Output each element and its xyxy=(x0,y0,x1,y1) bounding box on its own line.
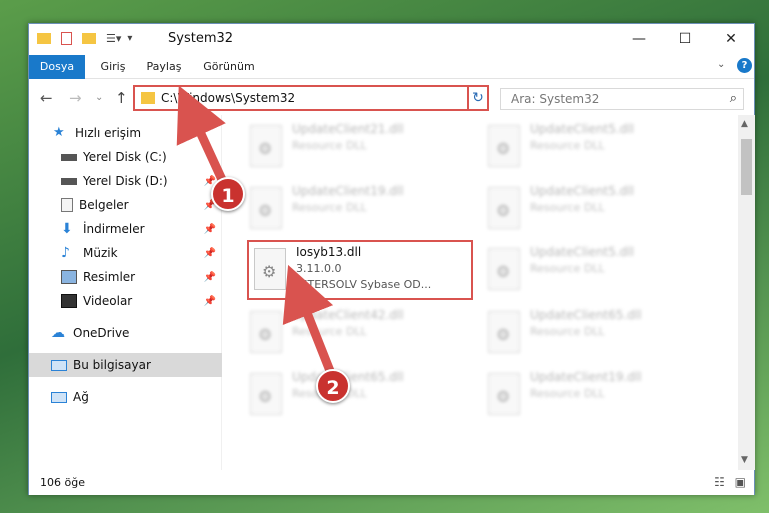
explorer-window: ☰▾ ▾ System32 — ☐ ✕ Dosya Giriş Paylaş G… xyxy=(28,23,755,495)
list-item[interactable]: UpdateClient19.dll Resource DLL xyxy=(482,367,712,423)
quick-access-toolbar: ☰▾ ▾ xyxy=(37,32,132,45)
refresh-button[interactable]: ↻ xyxy=(467,85,489,111)
list-item[interactable]: UpdateClient5.dll Resource DLL xyxy=(482,242,712,298)
address-path: C:\Windows\System32 xyxy=(161,91,296,105)
search-box[interactable]: Ara: System32 ⌕ xyxy=(500,88,744,110)
navigation-bar: ← → ⌄ ↑ C:\Windows\System32 ⌄ ↻ Ara: Sys… xyxy=(29,79,754,115)
sidebar-item-pictures[interactable]: Resimler 📌 xyxy=(29,265,222,289)
list-item[interactable]: UpdateClient19.dll Resource DLL xyxy=(244,181,474,237)
sidebar-item-videos[interactable]: Videolar 📌 xyxy=(29,289,222,313)
vertical-scrollbar[interactable]: ▲ ▼ xyxy=(738,115,755,470)
recent-locations-icon[interactable]: ⌄ xyxy=(95,92,103,103)
search-icon[interactable]: ⌕ xyxy=(730,91,737,106)
customize-icon[interactable]: ☰▾ xyxy=(106,32,121,45)
sidebar-item-local-disk-d[interactable]: Yerel Disk (D:) 📌 xyxy=(29,169,222,193)
pictures-icon xyxy=(61,270,77,284)
highlight-box xyxy=(247,240,473,300)
chevron-down-icon[interactable]: ▾ xyxy=(127,33,132,44)
video-icon xyxy=(61,294,77,308)
sidebar-item-this-pc[interactable]: Bu bilgisayar xyxy=(29,353,222,377)
folder-icon[interactable] xyxy=(37,33,51,44)
sidebar-item-network[interactable]: Ağ xyxy=(29,385,222,409)
pin-icon[interactable]: 📌 xyxy=(204,272,216,283)
tab-giris[interactable]: Giriş xyxy=(95,55,131,79)
ribbon-tabs: Dosya Giriş Paylaş Görünüm ⌄ ? xyxy=(29,55,754,79)
dll-file-icon xyxy=(250,187,282,229)
sidebar-item-music[interactable]: ♪ Müzik 📌 xyxy=(29,241,222,265)
new-folder-icon[interactable] xyxy=(82,33,96,44)
dll-file-icon xyxy=(250,125,282,167)
tab-dosya[interactable]: Dosya xyxy=(29,55,85,79)
dll-file-icon xyxy=(488,187,520,229)
pin-icon[interactable]: 📌 xyxy=(204,224,216,235)
sidebar-item-onedrive[interactable]: ☁ OneDrive xyxy=(29,321,222,345)
sidebar-item-local-disk-c[interactable]: Yerel Disk (C:) xyxy=(29,145,222,169)
help-icon[interactable]: ? xyxy=(737,58,752,73)
navigation-pane: ★ Hızlı erişim Yerel Disk (C:) Yerel Dis… xyxy=(29,115,222,470)
forward-icon[interactable]: → xyxy=(69,89,82,107)
up-icon[interactable]: ↑ xyxy=(115,89,128,107)
list-item[interactable]: UpdateClient65.dll Resource DLL xyxy=(244,367,474,423)
search-placeholder: Ara: System32 xyxy=(511,92,600,106)
sidebar-item-documents[interactable]: Belgeler 📌 xyxy=(29,193,222,217)
item-count: 106 öğe xyxy=(40,476,85,489)
close-button[interactable]: ✕ xyxy=(708,24,754,54)
star-icon: ★ xyxy=(53,125,65,140)
list-item[interactable]: UpdateClient65.dll Resource DLL xyxy=(482,305,712,361)
computer-icon xyxy=(51,359,67,371)
dll-file-icon xyxy=(488,125,520,167)
tab-gorunum[interactable]: Görünüm xyxy=(199,55,259,79)
view-toggle: ☷ ▣ xyxy=(714,475,746,489)
drive-icon xyxy=(61,153,77,161)
network-icon xyxy=(51,391,67,403)
cloud-icon: ☁ xyxy=(51,325,65,341)
dll-file-icon xyxy=(250,373,282,415)
scroll-up-icon[interactable]: ▲ xyxy=(741,119,748,129)
back-icon[interactable]: ← xyxy=(40,89,53,107)
dll-file-icon xyxy=(488,248,520,290)
dll-file-icon xyxy=(250,311,282,353)
details-view-icon[interactable]: ☷ xyxy=(714,475,725,489)
list-item[interactable]: UpdateClient5.dll Resource DLL xyxy=(482,119,712,175)
status-bar: 106 öğe ☷ ▣ xyxy=(29,470,754,495)
scrollbar-thumb[interactable] xyxy=(741,139,752,195)
step-badge-2: 2 xyxy=(316,369,350,403)
sidebar-item-quick-access[interactable]: ★ Hızlı erişim xyxy=(29,121,222,145)
list-item[interactable]: UpdateClient21.dll Resource DLL xyxy=(244,119,474,175)
window-title: System32 xyxy=(168,31,234,46)
sidebar-item-downloads[interactable]: ⬇ İndirmeler 📌 xyxy=(29,217,222,241)
documents-icon xyxy=(61,198,73,212)
scroll-down-icon[interactable]: ▼ xyxy=(741,455,748,465)
pin-icon[interactable]: 📌 xyxy=(204,296,216,307)
dll-file-icon xyxy=(488,373,520,415)
music-icon: ♪ xyxy=(61,245,70,261)
dll-file-icon xyxy=(488,311,520,353)
folder-icon xyxy=(141,92,155,104)
minimize-button[interactable]: — xyxy=(616,24,662,54)
pin-icon[interactable]: 📌 xyxy=(204,248,216,259)
list-item[interactable]: UpdateClient42.dll Resource DLL xyxy=(244,305,474,361)
properties-icon[interactable] xyxy=(61,32,72,45)
title-bar: ☰▾ ▾ System32 — ☐ ✕ xyxy=(29,24,754,55)
step-badge-1: 1 xyxy=(211,177,245,211)
drive-icon xyxy=(61,177,77,185)
list-item[interactable]: UpdateClient5.dll Resource DLL xyxy=(482,181,712,237)
download-icon: ⬇ xyxy=(61,221,73,237)
tab-paylas[interactable]: Paylaş xyxy=(142,55,186,79)
maximize-button[interactable]: ☐ xyxy=(662,24,708,54)
address-bar[interactable]: C:\Windows\System32 ⌄ xyxy=(133,85,487,111)
expand-ribbon-icon[interactable]: ⌄ xyxy=(717,59,725,70)
large-icons-view-icon[interactable]: ▣ xyxy=(735,475,746,489)
